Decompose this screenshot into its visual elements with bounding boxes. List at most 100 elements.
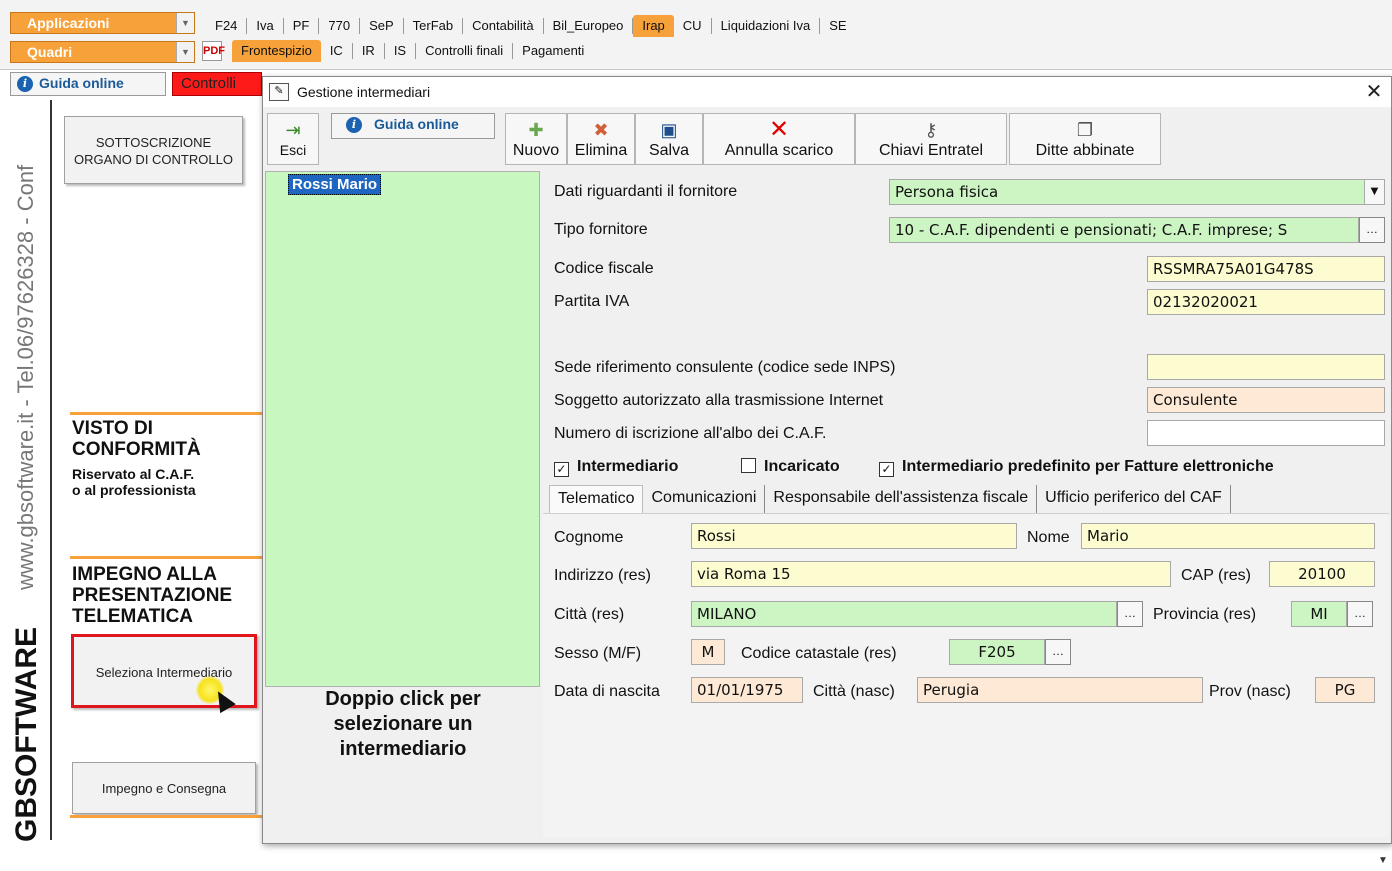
soggetto-autorizzato-field[interactable]: Consulente [1147, 387, 1385, 413]
elimina-button[interactable]: ✖ Elimina [567, 113, 635, 165]
cap-field[interactable]: 20100 [1269, 561, 1375, 587]
checkbox-empty-icon[interactable] [741, 458, 756, 473]
applicazioni-combo[interactable]: Applicazioni ▼ [10, 12, 195, 34]
scroll-down-icon[interactable]: ▼ [1378, 855, 1388, 866]
tab-770[interactable]: 770 [319, 18, 361, 34]
salva-button[interactable]: ▣ Salva [635, 113, 703, 165]
controlli-button[interactable]: Controlli [172, 72, 262, 96]
prov-nasc-field[interactable]: PG [1315, 677, 1375, 703]
chevron-down-icon[interactable]: ▼ [1364, 180, 1384, 204]
ellipsis-button[interactable]: … [1347, 601, 1373, 627]
delete-document-icon: ✖ [593, 120, 609, 140]
soggetto-autorizzato-label: Soggetto autorizzato alla trasmissione I… [554, 392, 884, 409]
tab-f24[interactable]: F24 [206, 18, 248, 34]
pdf-icon[interactable]: PDF [202, 41, 225, 61]
tab-ic[interactable]: IC [321, 43, 353, 59]
tab-se[interactable]: SE [820, 18, 855, 34]
dati-fornitore-value: Persona fisica [895, 183, 999, 201]
dialog-guida-online-button[interactable]: i Guida online [331, 113, 495, 139]
predefinito-checkbox[interactable]: ✓ Intermediario predefinito per Fatture e… [879, 458, 1274, 477]
dati-fornitore-select[interactable]: Persona fisica ▼ [889, 179, 1385, 205]
divider [70, 556, 262, 559]
tab-is[interactable]: IS [385, 43, 417, 59]
sesso-field[interactable]: M [691, 639, 725, 665]
nome-field[interactable]: Mario [1081, 523, 1375, 549]
tab-irap[interactable]: Irap [633, 15, 674, 37]
nuovo-button[interactable]: ✚ Nuovo [505, 113, 567, 165]
sottoscrizione-button[interactable]: SOTTOSCRIZIONE ORGANO DI CONTROLLO [64, 116, 243, 184]
annulla-scarico-button[interactable]: ✕ Annulla scarico [703, 113, 855, 165]
esci-button[interactable]: ⇥ Esci [267, 113, 319, 165]
chevron-down-icon[interactable]: ▼ [176, 13, 194, 33]
checkbox-checked-icon[interactable]: ✓ [554, 462, 569, 477]
intermediari-list[interactable]: Rossi Mario [265, 171, 540, 687]
close-icon[interactable]: ✕ [1361, 79, 1387, 105]
chevron-down-icon[interactable]: ▼ [176, 42, 194, 62]
data-nascita-field[interactable]: 01/01/1975 [691, 677, 803, 703]
esci-label: Esci [279, 142, 307, 158]
dialog-title: Gestione intermediari [297, 84, 431, 100]
sede-inps-field[interactable] [1147, 354, 1385, 380]
ditte-abbinate-button[interactable]: ❐ Ditte abbinate [1009, 113, 1161, 165]
tab-comunicazioni[interactable]: Comunicazioni [643, 485, 766, 513]
annulla-scarico-label: Annulla scarico [724, 142, 834, 159]
tab-pf[interactable]: PF [284, 18, 320, 34]
codice-catastale-label: Codice catastale (res) [741, 645, 897, 662]
tipo-fornitore-label: Tipo fornitore [554, 221, 648, 238]
provincia-res-field[interactable]: MI [1291, 601, 1347, 627]
incaricato-checkbox[interactable]: Incaricato [741, 458, 840, 476]
tab-contabilita[interactable]: Contabilità [463, 18, 544, 34]
checkbox-checked-icon[interactable]: ✓ [879, 462, 894, 477]
sede-inps-label: Sede riferimento consulente (codice sede… [554, 359, 896, 376]
tab-pagamenti[interactable]: Pagamenti [513, 43, 593, 59]
codice-catastale-field[interactable]: F205 [949, 639, 1045, 665]
tab-ir[interactable]: IR [353, 43, 385, 59]
window-copy-icon: ❐ [1076, 120, 1094, 140]
tab-responsabile[interactable]: Responsabile dell'assistenza fiscale [765, 485, 1038, 513]
tab-frontespizio[interactable]: Frontespizio [232, 40, 321, 62]
tab-cu[interactable]: CU [674, 18, 712, 34]
cognome-label: Cognome [554, 529, 624, 546]
tab-controlli-finali[interactable]: Controlli finali [416, 43, 514, 59]
codice-fiscale-field[interactable]: RSSMRA75A01G478S [1147, 256, 1385, 282]
tab-bil-europeo[interactable]: Bil_Europeo [544, 18, 634, 34]
gestione-intermediari-dialog: Gestione intermediari ✎ ✕ ⇥ Esci i Guida… [262, 76, 1392, 844]
tab-terfab[interactable]: TerFab [404, 18, 464, 34]
guida-online-label: Guida online [39, 75, 124, 91]
modules-tab-row: F24 Iva PF 770 SeP TerFab Contabilità Bi… [206, 15, 856, 37]
info-icon: i [346, 117, 362, 133]
dati-fornitore-label: Dati riguardanti il fornitore [554, 183, 738, 200]
prov-nasc-label: Prov (nasc) [1209, 683, 1291, 700]
intermediario-checkbox[interactable]: ✓ Intermediario [554, 458, 678, 477]
divider [70, 815, 262, 818]
sesso-label: Sesso (M/F) [554, 645, 642, 662]
data-nascita-label: Data di nascita [554, 683, 660, 700]
new-document-icon: ✚ [528, 120, 544, 140]
info-icon: i [17, 76, 33, 92]
partita-iva-label: Partita IVA [554, 293, 630, 310]
tab-ufficio-periferico[interactable]: Ufficio periferico del CAF [1037, 485, 1231, 513]
quadri-combo[interactable]: Quadri ▼ [10, 41, 195, 63]
list-item[interactable]: Rossi Mario [288, 174, 382, 195]
numero-iscrizione-field[interactable] [1147, 420, 1385, 446]
tipo-fornitore-field[interactable]: 10 - C.A.F. dipendenti e pensionati; C.A… [889, 217, 1359, 243]
guida-online-button[interactable]: i Guida online [10, 72, 166, 96]
quadri-tab-row: Frontespizio IC IR IS Controlli finali P… [232, 40, 593, 62]
citta-nasc-field[interactable]: Perugia [917, 677, 1203, 703]
gb-software-logo: GBSOFTWARE [10, 612, 48, 842]
citta-res-field[interactable]: MILANO [691, 601, 1117, 627]
tab-liquidazioni-iva[interactable]: Liquidazioni Iva [712, 18, 821, 34]
indirizzo-field[interactable]: via Roma 15 [691, 561, 1171, 587]
cognome-field[interactable]: Rossi [691, 523, 1017, 549]
ellipsis-button[interactable]: … [1359, 217, 1385, 243]
ellipsis-button[interactable]: … [1117, 601, 1143, 627]
tab-iva[interactable]: Iva [247, 18, 284, 34]
elimina-label: Elimina [574, 142, 628, 159]
tab-sep[interactable]: SeP [360, 18, 404, 34]
partita-iva-field[interactable]: 02132020021 [1147, 289, 1385, 315]
ellipsis-button[interactable]: … [1045, 639, 1071, 665]
chiavi-entratel-button[interactable]: ⚷ Chiavi Entratel [855, 113, 1007, 165]
divider [50, 100, 52, 840]
impegno-consegna-button[interactable]: Impegno e Consegna [72, 762, 256, 814]
tab-telematico[interactable]: Telematico [549, 485, 644, 513]
